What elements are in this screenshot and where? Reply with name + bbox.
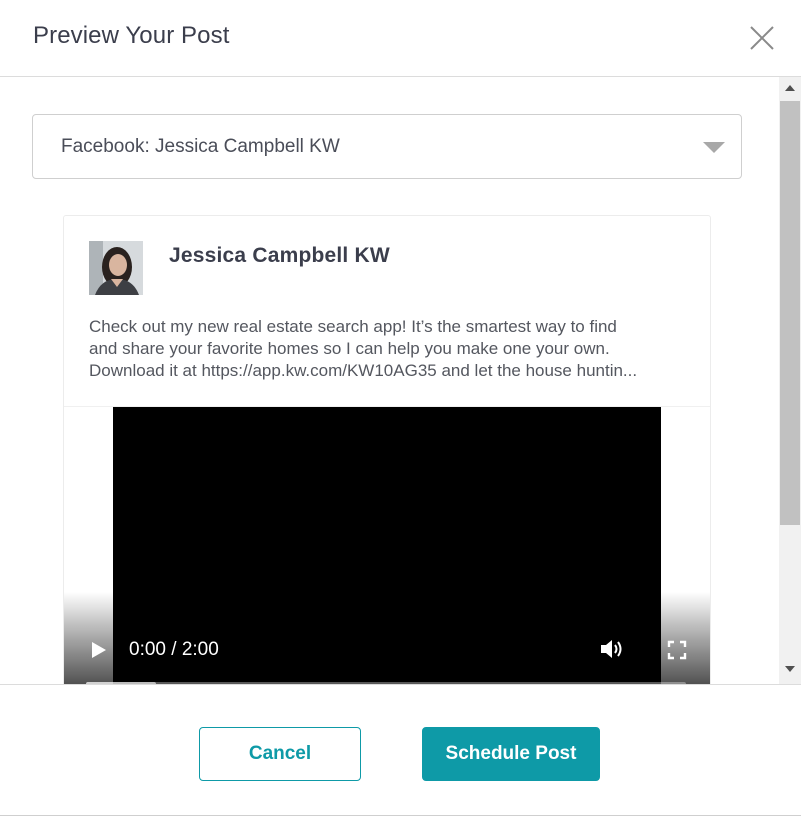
chevron-down-icon: [703, 142, 725, 153]
scrollbar[interactable]: [779, 77, 801, 684]
video-controls: 0:00 / 2:00: [64, 592, 710, 684]
close-icon[interactable]: [748, 24, 776, 52]
scroll-down-arrow-icon[interactable]: [785, 666, 795, 672]
post-text: Check out my new real estate search app!…: [89, 316, 689, 382]
scroll-up-arrow-icon[interactable]: [785, 85, 795, 91]
post-text-line: Check out my new real estate search app!…: [89, 317, 617, 336]
post-author-name: Jessica Campbell KW: [169, 244, 390, 267]
schedule-post-button[interactable]: Schedule Post: [422, 727, 600, 781]
modal-title: Preview Your Post: [33, 22, 230, 49]
modal-header: Preview Your Post: [0, 0, 801, 77]
account-select-value: Facebook: Jessica Campbell KW: [61, 136, 340, 157]
play-icon[interactable]: [90, 640, 108, 660]
volume-icon[interactable]: [599, 637, 625, 661]
post-text-line: Download it at https://app.kw.com/KW10AG…: [89, 361, 638, 380]
scrollbar-thumb[interactable]: [780, 101, 800, 525]
account-select[interactable]: Facebook: Jessica Campbell KW: [32, 114, 742, 179]
fullscreen-icon[interactable]: [667, 640, 687, 660]
modal-body: Facebook: Jessica Campbell KW Jessica Ca…: [0, 77, 801, 684]
video-player[interactable]: 0:00 / 2:00: [64, 407, 710, 684]
post-preview-card: Jessica Campbell KW Check out my new rea…: [63, 215, 711, 684]
post-text-line: and share your favorite homes so I can h…: [89, 339, 610, 358]
avatar: [89, 241, 143, 295]
cancel-button[interactable]: Cancel: [199, 727, 361, 781]
video-time: 0:00 / 2:00: [129, 639, 219, 660]
preview-post-modal: Preview Your Post Facebook: Jessica Camp…: [0, 0, 801, 816]
modal-footer: Cancel Schedule Post: [0, 684, 801, 816]
